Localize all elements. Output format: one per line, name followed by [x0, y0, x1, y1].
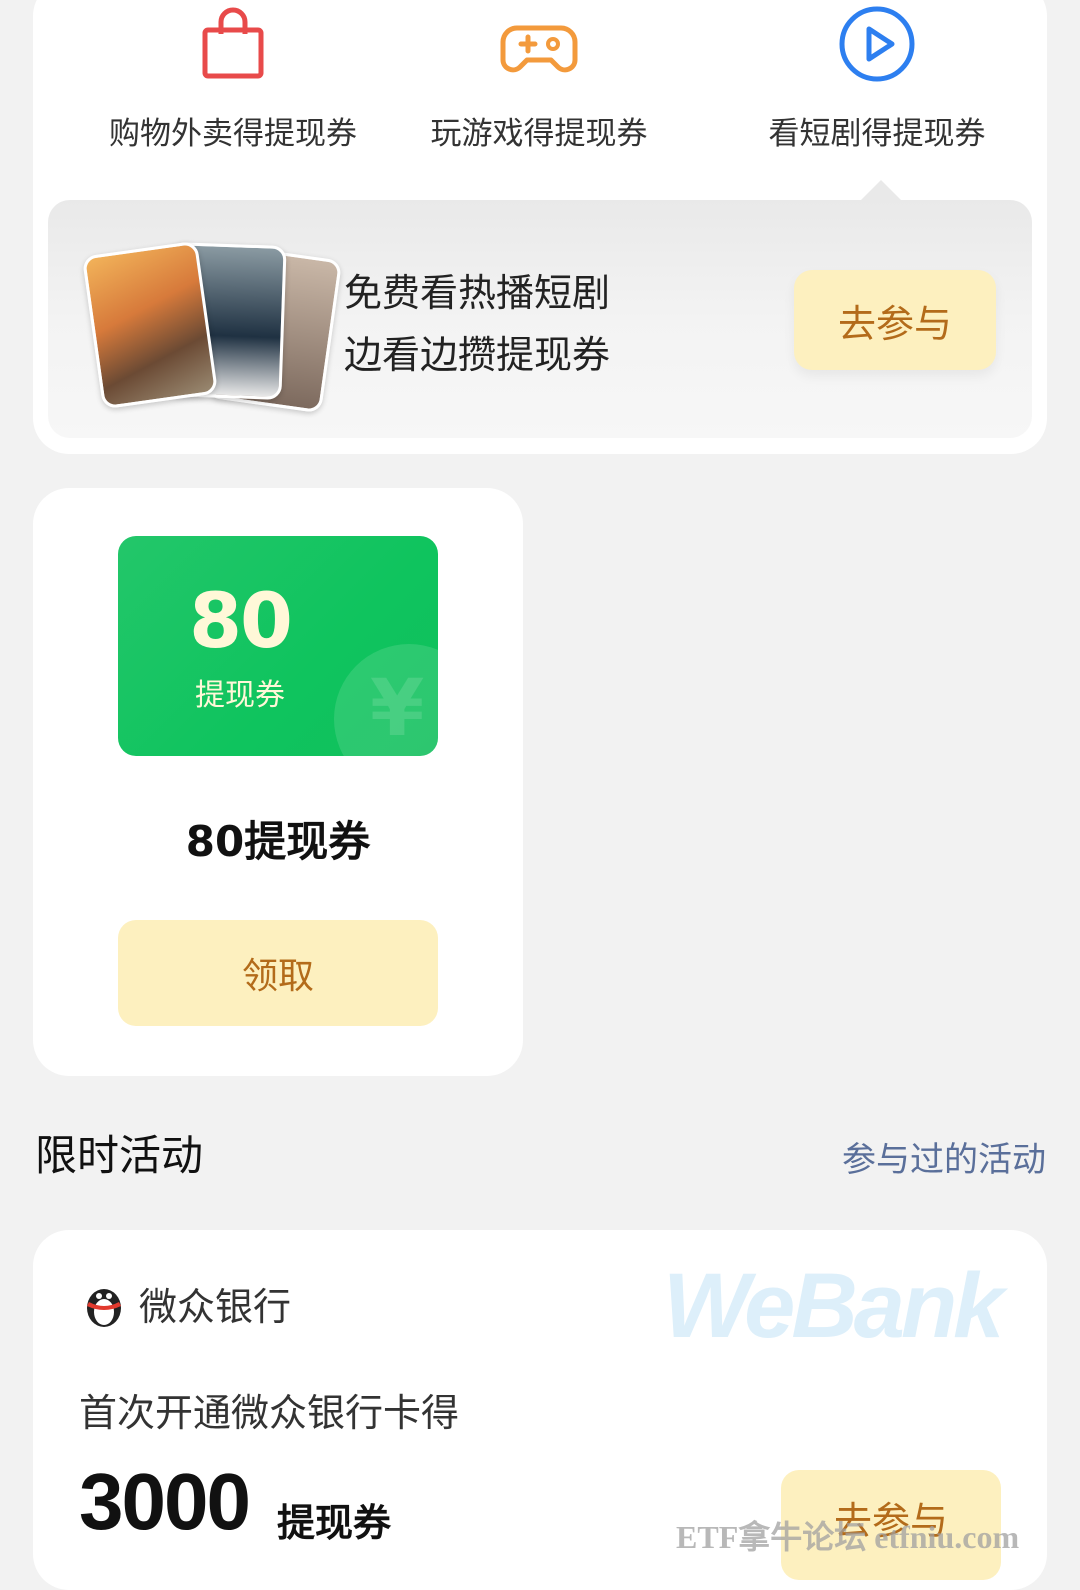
banner-line2: 边看边攒提现券 — [344, 333, 611, 377]
banner-pointer — [859, 180, 903, 202]
gamepad-icon — [500, 25, 578, 73]
voucher-title: 80提现券 — [185, 817, 371, 866]
voucher-ticket: ¥ 80 提现券 — [118, 536, 438, 756]
banner-line1: 免费看热播短剧 — [344, 271, 611, 315]
claim-button[interactable]: 领取 — [118, 920, 438, 1026]
category-label: 看短剧得提现券 — [768, 116, 986, 152]
watermark: ETF拿牛论坛 etfniu.com — [676, 1519, 1020, 1555]
short-drama-banner[interactable]: 免费看热播短剧 边看边攒提现券 去参与 — [48, 200, 1032, 438]
banner-join-button[interactable]: 去参与 — [794, 270, 996, 370]
bank-name: 微众银行 — [139, 1285, 292, 1329]
poster-image — [81, 240, 219, 410]
participated-activities-link[interactable]: 参与过的活动 — [842, 1132, 1046, 1181]
section-title: 限时活动 — [35, 1131, 204, 1180]
voucher-card: ¥ 80 提现券 80提现券 领取 — [33, 488, 523, 1076]
webank-penguin-icon — [87, 1289, 121, 1327]
voucher-amount: 80 — [189, 576, 293, 665]
yen-icon: ¥ — [370, 664, 425, 754]
voucher-unit: 提现券 — [195, 678, 285, 713]
activity-description: 首次开通微众银行卡得 — [79, 1391, 460, 1435]
category-label: 购物外卖得提现券 — [109, 116, 357, 152]
webank-brand-mark: WeBank — [663, 1255, 1004, 1357]
activity-unit: 提现券 — [277, 1501, 392, 1545]
activity-amount: 3000 — [79, 1457, 251, 1546]
play-icon — [839, 6, 915, 82]
top-card: 购物外卖得提现券 玩游戏得提现券 看短剧得提现券 免费看热播短剧 边看边攒提现券… — [33, 0, 1047, 454]
category-label: 玩游戏得提现券 — [430, 116, 648, 152]
shopping-bag-icon — [202, 7, 264, 79]
drama-posters — [81, 240, 343, 414]
banner-text: 免费看热播短剧 边看边攒提现券 — [344, 262, 610, 386]
